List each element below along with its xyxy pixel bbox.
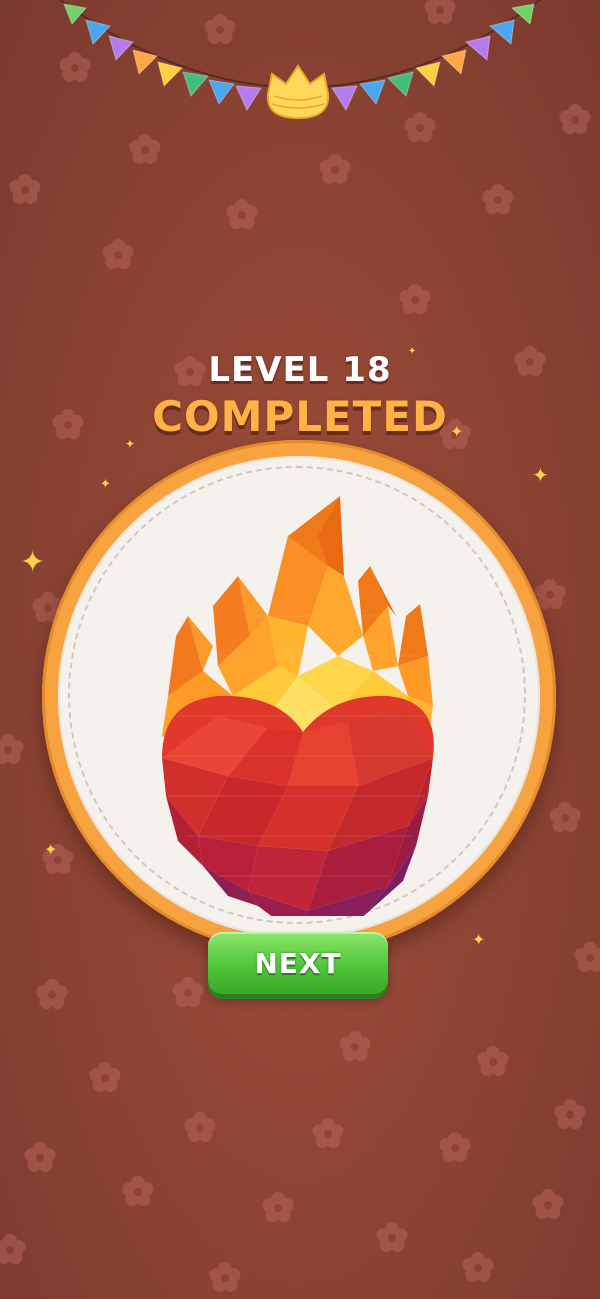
sparkle-icon: ✦ <box>44 840 58 859</box>
sparkle-icon: ✦ <box>532 463 549 487</box>
sparkle-icon: ✦ <box>100 477 111 492</box>
sparkle-icon: ✦ <box>472 930 486 949</box>
next-button-label: NEXT <box>254 946 342 980</box>
completed-label: COMPLETED <box>152 392 448 441</box>
level-title: LEVEL 18 <box>208 350 392 390</box>
crown-icon <box>266 64 330 120</box>
next-button[interactable]: NEXT <box>208 932 388 994</box>
fabric-canvas <box>58 456 540 938</box>
embroidery-hoop <box>42 440 556 954</box>
bunting-icon <box>59 0 541 120</box>
sparkle-icon: ✦ <box>20 545 46 580</box>
flaming-heart-artwork <box>162 496 434 916</box>
